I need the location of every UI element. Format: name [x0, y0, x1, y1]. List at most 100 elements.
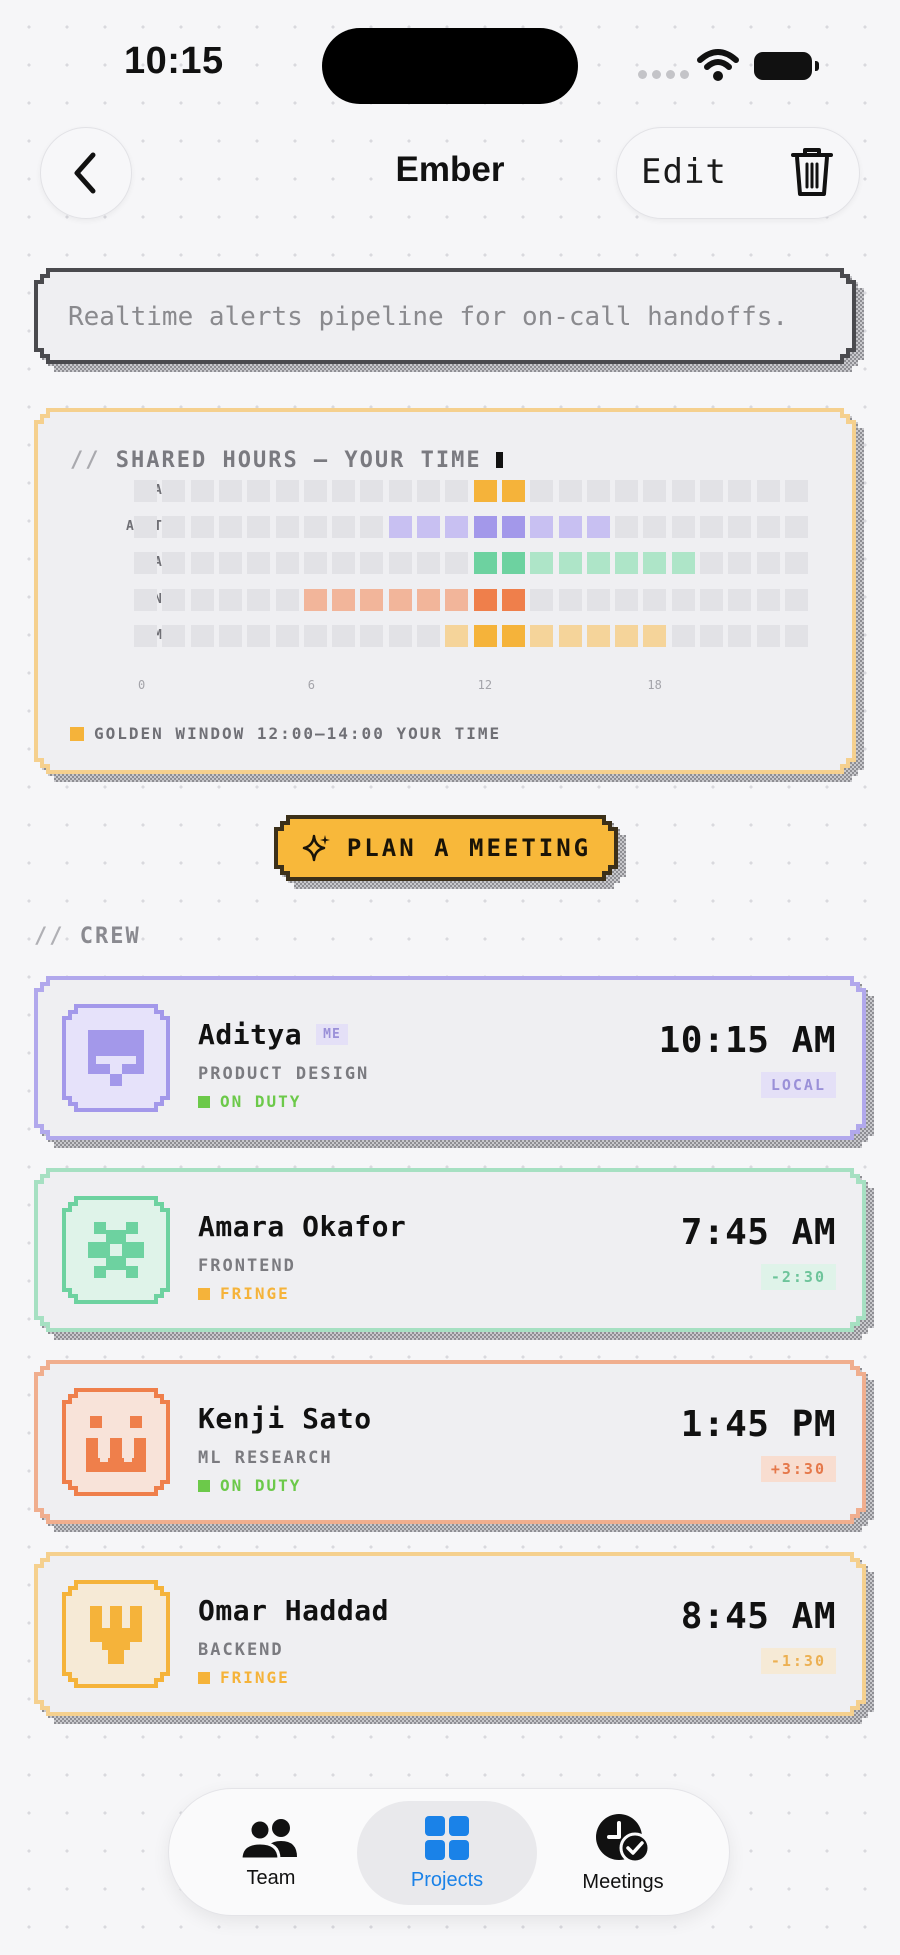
status-time: 10:15: [124, 40, 224, 82]
tab-bar: Team Projects Meetings: [168, 1788, 730, 1916]
heatmap-cell: [559, 625, 582, 647]
tab-projects-label: Projects: [410, 1868, 484, 1891]
plan-meeting-label: PLAN A MEETING: [346, 834, 592, 862]
shared-hours-title: // SHARED HOURS — YOUR TIME: [70, 448, 503, 473]
member-status: FRINGE: [198, 1668, 290, 1687]
heatmap-cell: [191, 589, 214, 611]
flower-avatar-icon: [66, 1200, 166, 1300]
heatmap-cell: [559, 480, 582, 502]
heatmap-cell: [502, 480, 525, 502]
heatmap-cell: [643, 552, 666, 574]
shared-hours-card: // SHARED HOURS — YOUR TIME ALLADITYAAMA…: [34, 408, 856, 774]
heatmap-cell: [332, 625, 355, 647]
heatmap-cell: [360, 625, 383, 647]
heatmap-cell: [304, 589, 327, 611]
time-offset-badge: LOCAL: [761, 1072, 836, 1098]
heatmap-cell: [672, 516, 695, 538]
heatmap-cell: [474, 625, 497, 647]
crew-card[interactable]: Amara Okafor FRONTEND FRINGE 7:45 AM -2:…: [34, 1168, 866, 1332]
member-name: Aditya: [198, 1018, 303, 1051]
member-status: ON DUTY: [198, 1476, 301, 1495]
heatmap-cell: [728, 625, 751, 647]
heatmap-cell: [502, 516, 525, 538]
trash-icon[interactable]: [787, 144, 837, 200]
crew-title: // CREW: [34, 924, 141, 949]
edit-button[interactable]: Edit: [641, 152, 727, 192]
heatmap-cell: [191, 516, 214, 538]
heatmap-cell: [191, 625, 214, 647]
project-description: Realtime alerts pipeline for on-call han…: [68, 302, 789, 332]
heatmap-cell: [162, 589, 185, 611]
heatmap-cell: [332, 589, 355, 611]
back-button[interactable]: [40, 127, 132, 219]
clock-check-icon: [596, 1813, 651, 1863]
heatmap-cell: [615, 480, 638, 502]
legend-swatch: [70, 727, 84, 741]
heatmap-cell: [474, 480, 497, 502]
heatmap-cell: [360, 480, 383, 502]
member-status: FRINGE: [198, 1284, 290, 1303]
member-local-time: 8:45 AM: [680, 1596, 836, 1637]
member-name-row: Kenji Sato: [198, 1402, 372, 1435]
member-local-time: 7:45 AM: [680, 1212, 836, 1253]
member-name: Omar Haddad: [198, 1594, 389, 1627]
crew-card[interactable]: Aditya ME PRODUCT DESIGN ON DUTY 10:15 A…: [34, 976, 866, 1140]
heatmap-cell: [162, 625, 185, 647]
heatmap-cell: [304, 516, 327, 538]
tab-projects[interactable]: Projects: [357, 1801, 537, 1905]
heatmap-cell: [700, 625, 723, 647]
heatmap-cell: [530, 480, 553, 502]
heatmap-cell: [700, 589, 723, 611]
heatmap-cell: [360, 589, 383, 611]
status-indicator: [198, 1288, 210, 1300]
heatmap-cell: [785, 625, 808, 647]
heatmap-cell: [757, 480, 780, 502]
heatmap-cell: [134, 625, 157, 647]
heatmap-cell: [276, 516, 299, 538]
tab-meetings-label: Meetings: [582, 1870, 664, 1893]
heatmap-cell: [615, 516, 638, 538]
heatmap-cell: [530, 625, 553, 647]
heatmap-cell: [672, 589, 695, 611]
heatmap-cell: [134, 552, 157, 574]
heatmap-cell: [389, 589, 412, 611]
axis-tick-label: 18: [647, 678, 662, 692]
time-offset-badge: +3:30: [761, 1456, 836, 1482]
face-avatar-icon: [66, 1392, 166, 1492]
heatmap-cell: [247, 625, 270, 647]
plan-meeting-button[interactable]: PLAN A MEETING: [274, 815, 618, 881]
edit-delete-pill: Edit: [616, 127, 860, 219]
member-local-time: 1:45 PM: [680, 1404, 836, 1445]
robot-avatar-icon: [66, 1008, 166, 1108]
grid-icon: [425, 1815, 469, 1860]
axis-tick-label: 0: [138, 678, 146, 692]
tab-team-label: Team: [246, 1866, 296, 1889]
heatmap-cell: [304, 552, 327, 574]
heatmap-cell: [389, 552, 412, 574]
heatmap-cell: [247, 480, 270, 502]
member-name-row: Omar Haddad: [198, 1594, 389, 1627]
heatmap-cell: [389, 625, 412, 647]
heatmap-cell: [785, 480, 808, 502]
heatmap-cell: [615, 589, 638, 611]
crew-card[interactable]: Kenji Sato ML RESEARCH ON DUTY 1:45 PM +…: [34, 1360, 866, 1524]
avatar: [62, 1580, 170, 1688]
heatmap-cell: [219, 625, 242, 647]
heatmap-cell: [247, 516, 270, 538]
heatmap-cell: [474, 552, 497, 574]
crew-card[interactable]: Omar Haddad BACKEND FRINGE 8:45 AM -1:30: [34, 1552, 866, 1716]
battery-icon: [754, 52, 819, 80]
heatmap-cell: [587, 516, 610, 538]
tab-meetings[interactable]: Meetings: [533, 1801, 713, 1905]
tab-team[interactable]: Team: [181, 1801, 361, 1905]
heatmap-cell: [191, 552, 214, 574]
trident-avatar-icon: [66, 1584, 166, 1684]
heatmap-cell: [785, 552, 808, 574]
page-title: Ember: [395, 150, 505, 189]
member-name-row: Amara Okafor: [198, 1210, 406, 1243]
axis-tick-label: 6: [307, 678, 316, 692]
member-role: FRONTEND: [198, 1256, 296, 1276]
heatmap-cell: [700, 552, 723, 574]
member-role: BACKEND: [198, 1640, 284, 1660]
heatmap-cell: [587, 625, 610, 647]
